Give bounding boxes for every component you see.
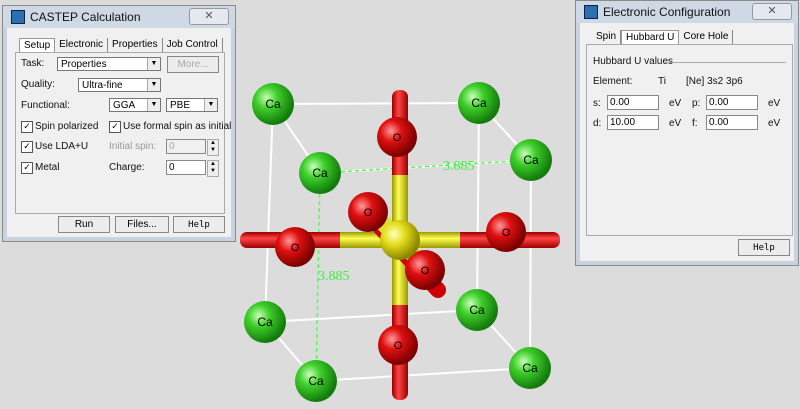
charge-input[interactable]: 0 [166, 160, 206, 175]
f-unit: eV [768, 118, 781, 129]
run-button[interactable]: Run [58, 216, 110, 233]
electron-config: [Ne] 3s2 3p6 [686, 76, 743, 87]
title-bar: CASTEP Calculation ✕ [3, 6, 235, 28]
group-divider [664, 62, 786, 63]
quality-select[interactable]: Ultra-fine ▼ [78, 78, 161, 92]
ti-atom [380, 220, 420, 260]
s-input[interactable]: 0.00 [607, 95, 659, 110]
dialog-title: CASTEP Calculation [30, 10, 141, 24]
ca-atom-label: Ca [523, 153, 539, 167]
functional-value: GGA [113, 100, 136, 111]
use-lda-u-checkbox[interactable]: ✓ [21, 141, 33, 153]
o-atom-label: O [394, 340, 403, 352]
o-atom-label: O [364, 207, 373, 219]
hubbard-panel [586, 44, 793, 236]
s-unit: eV [669, 98, 682, 109]
f-input[interactable]: 0.00 [706, 115, 758, 130]
setup-panel [15, 52, 225, 214]
p-label: p: [692, 98, 701, 109]
initial-spin-stepper[interactable]: ▲ ▼ [207, 139, 219, 156]
quality-value: Ultra-fine [82, 80, 123, 91]
d-unit: eV [669, 118, 682, 129]
p-unit: eV [768, 98, 781, 109]
use-lda-u-label: Use LDA+U [35, 141, 89, 152]
close-button[interactable]: ✕ [189, 8, 229, 25]
charge-label: Charge: [109, 162, 145, 173]
group-title: Hubbard U values [593, 56, 674, 67]
initial-spin-input[interactable]: 0 [166, 139, 206, 154]
functional-select[interactable]: GGA ▼ [109, 98, 161, 112]
chevron-down-icon: ▼ [147, 79, 160, 91]
task-value: Properties [61, 59, 107, 70]
quality-label: Quality: [21, 79, 55, 90]
app-icon [584, 5, 598, 19]
d-label: d: [593, 118, 602, 129]
close-button[interactable]: ✕ [752, 3, 792, 20]
o-atom-label: O [393, 132, 402, 144]
ca-atom-label: Ca [265, 97, 281, 111]
chevron-down-icon: ▼ [147, 58, 160, 70]
ca-atom-label: Ca [469, 303, 485, 317]
task-label: Task: [21, 58, 45, 69]
tab-setup[interactable]: Setup [19, 38, 56, 52]
files-button[interactable]: Files... [115, 216, 169, 233]
tab-spin[interactable]: Spin [592, 30, 622, 44]
distance-label-side: 3.885 [318, 269, 350, 284]
functional-sub-value: PBE [170, 100, 191, 111]
element-label: Element: [593, 76, 633, 87]
tab-properties[interactable]: Properties [108, 38, 163, 52]
metal-checkbox[interactable]: ✓ [21, 162, 33, 174]
f-label: f: [692, 118, 698, 129]
d-input[interactable]: 10.00 [607, 115, 659, 130]
o-atom-label: O [502, 227, 511, 239]
functional-label: Functional: [21, 100, 70, 111]
app-icon [11, 10, 25, 24]
ca-atom-label: Ca [308, 374, 324, 388]
task-select[interactable]: Properties ▼ [57, 57, 161, 71]
tab-hubbard-u[interactable]: Hubbard U [621, 30, 680, 44]
chevron-down-icon: ▼ [204, 99, 217, 111]
metal-label: Metal [35, 162, 60, 173]
tab-job-control[interactable]: Job Control [162, 38, 223, 52]
initial-spin-label: Initial spin: [109, 141, 157, 152]
use-formal-spin-label: Use formal spin as initial [123, 121, 232, 132]
s-label: s: [593, 98, 601, 109]
help-button[interactable]: Help [173, 216, 225, 233]
chevron-down-icon: ▼ [147, 99, 160, 111]
use-formal-spin-checkbox[interactable]: ✓ [109, 121, 121, 133]
element-value: Ti [658, 76, 666, 87]
dialog-title: Electronic Configuration [603, 5, 731, 19]
spin-polarized-checkbox[interactable]: ✓ [21, 121, 33, 133]
o-atom-label: O [291, 242, 300, 254]
castep-calculation-dialog: CASTEP Calculation ✕ Setup Electronic Pro… [2, 5, 236, 242]
ca-atom-label: Ca [312, 166, 328, 180]
title-bar: Electronic Configuration ✕ [576, 1, 798, 23]
more-button[interactable]: More... [167, 56, 219, 73]
ca-atom-label: Ca [522, 361, 538, 375]
help-button[interactable]: Help [738, 239, 790, 256]
tab-core-hole[interactable]: Core Hole [679, 30, 734, 44]
distance-label-top: 3.885 [443, 159, 475, 174]
spin-polarized-label: Spin polarized [35, 121, 99, 132]
ca-atom-label: Ca [471, 96, 487, 110]
functional-sub-select[interactable]: PBE ▼ [166, 98, 218, 112]
o-atom-label: O [421, 265, 430, 277]
ca-atom-label: Ca [257, 315, 273, 329]
p-input[interactable]: 0.00 [706, 95, 758, 110]
charge-stepper[interactable]: ▲ ▼ [207, 160, 219, 177]
electronic-configuration-dialog: Electronic Configuration ✕ Spin Hubbard U… [575, 0, 799, 266]
tab-electronic[interactable]: Electronic [55, 38, 109, 52]
